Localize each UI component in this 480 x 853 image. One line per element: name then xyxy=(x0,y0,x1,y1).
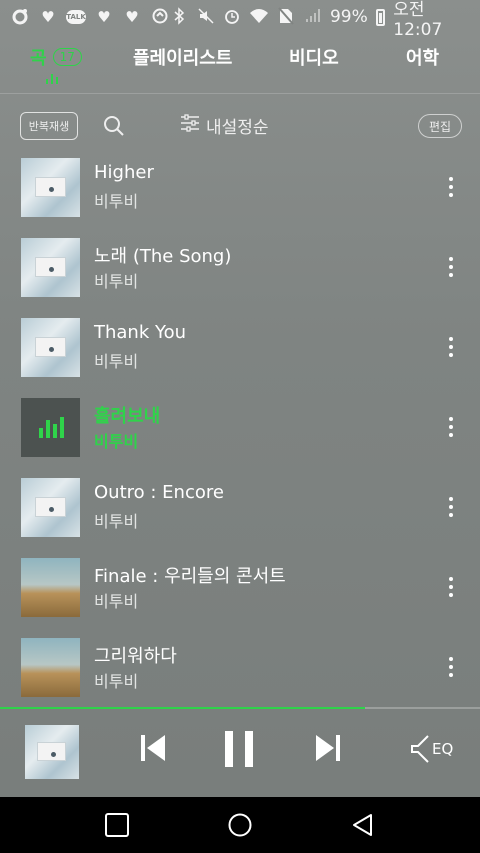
list-item[interactable]: Thank You 비투비 xyxy=(0,308,480,388)
album-art xyxy=(21,318,80,377)
list-item[interactable]: Finale : 우리들의 콘서트 비투비 xyxy=(0,548,480,628)
home-button[interactable] xyxy=(227,812,253,842)
heart-icon: ♥ xyxy=(125,8,139,26)
heart-icon: ♥ xyxy=(97,8,111,26)
no-sim-icon xyxy=(277,7,295,27)
more-options-icon[interactable] xyxy=(446,657,456,681)
mute-icon xyxy=(196,7,214,27)
repeat-button[interactable]: 반복재생 xyxy=(20,112,78,140)
list-item[interactable]: 노래 (The Song) 비투비 xyxy=(0,228,480,308)
recent-apps-button[interactable] xyxy=(104,812,130,842)
sync-icon xyxy=(150,7,170,27)
tab-songs[interactable]: 곡 17 xyxy=(30,44,82,70)
album-art xyxy=(21,158,80,217)
sort-label: 내설정순 xyxy=(206,118,269,138)
repeat-label: 반복재생 xyxy=(28,120,70,133)
tab-songs-label: 곡 xyxy=(30,48,47,69)
sort-button[interactable]: 내설정순 xyxy=(180,113,269,138)
loop-icon xyxy=(10,7,30,27)
square-icon xyxy=(105,813,129,837)
album-art xyxy=(21,398,80,457)
signal-icon xyxy=(304,7,322,27)
album-art xyxy=(21,558,80,617)
equalizer-playing-icon xyxy=(39,417,64,438)
edit-button[interactable]: 편집 xyxy=(418,114,462,138)
song-artist: 비투비 xyxy=(94,432,139,451)
song-artist: 비투비 xyxy=(94,192,139,211)
bluetooth-icon xyxy=(170,7,188,27)
battery-icon xyxy=(375,8,386,26)
song-artist: 비투비 xyxy=(94,272,139,291)
talk-icon: TALK xyxy=(66,10,86,24)
more-options-icon[interactable] xyxy=(446,577,456,601)
more-options-icon[interactable] xyxy=(446,417,456,441)
album-art xyxy=(21,638,80,697)
alarm-icon xyxy=(223,7,241,27)
album-art xyxy=(21,238,80,297)
list-item[interactable]: 그리워하다 비투비 xyxy=(0,628,480,708)
more-options-icon[interactable] xyxy=(446,497,456,521)
more-options-icon[interactable] xyxy=(446,337,456,361)
previous-icon xyxy=(141,735,165,761)
back-button[interactable] xyxy=(350,812,376,842)
sort-sliders-icon xyxy=(180,113,200,138)
song-title: Thank You xyxy=(94,322,187,343)
pause-icon xyxy=(225,731,253,767)
song-artist: 비투비 xyxy=(94,592,139,611)
song-artist: 비투비 xyxy=(94,672,139,691)
wifi-icon xyxy=(249,7,269,27)
equalizer-button[interactable]: EQ xyxy=(410,734,453,764)
back-triangle-icon xyxy=(353,814,372,836)
song-title: Higher xyxy=(94,162,154,183)
song-title: 노래 (The Song) xyxy=(94,246,232,267)
speaker-icon xyxy=(411,735,429,763)
more-options-icon[interactable] xyxy=(446,257,456,281)
battery-percent: 99% xyxy=(329,7,368,27)
circle-icon xyxy=(228,813,252,837)
tab-playlists[interactable]: 플레이리스트 xyxy=(133,44,232,70)
tab-videos[interactable]: 비디오 xyxy=(289,44,339,70)
song-title: Outro : Encore xyxy=(94,482,224,503)
pause-button[interactable] xyxy=(223,729,257,773)
status-bar: ♥ TALK ♥ ♥ 99% 오전 12:07 xyxy=(0,0,480,40)
list-item[interactable]: Outro : Encore 비투비 xyxy=(0,468,480,548)
song-list: Higher 비투비 노래 (The Song) 비투비 Thank You 비… xyxy=(0,148,480,708)
edit-label: 편집 xyxy=(428,119,452,134)
list-item[interactable]: Higher 비투비 xyxy=(0,148,480,228)
eq-label: EQ xyxy=(432,740,454,758)
playing-indicator-icon xyxy=(46,74,58,84)
song-artist: 비투비 xyxy=(94,512,139,531)
mini-player: EQ xyxy=(0,709,480,797)
tab-language[interactable]: 어학 xyxy=(406,44,439,70)
previous-button[interactable] xyxy=(138,731,168,769)
next-button[interactable] xyxy=(313,731,343,769)
heart-icon: ♥ xyxy=(41,8,55,26)
song-artist: 비투비 xyxy=(94,352,139,371)
more-options-icon[interactable] xyxy=(446,177,456,201)
song-title: 그리워하다 xyxy=(94,646,177,667)
song-title: Finale : 우리들의 콘서트 xyxy=(94,566,286,587)
system-navigation-bar xyxy=(0,797,480,853)
list-toolbar: 반복재생 내설정순 편집 xyxy=(0,108,480,144)
song-title: 흘려보내 xyxy=(94,406,161,427)
now-playing-album-art[interactable] xyxy=(25,725,79,779)
search-icon[interactable] xyxy=(102,114,126,138)
album-art xyxy=(21,478,80,537)
song-count-badge: 17 xyxy=(52,48,82,66)
next-icon xyxy=(316,735,340,761)
category-tabs: 곡 17 플레이리스트 비디오 어학 xyxy=(0,34,480,94)
list-item-now-playing[interactable]: 흘려보내 비투비 xyxy=(0,388,480,468)
